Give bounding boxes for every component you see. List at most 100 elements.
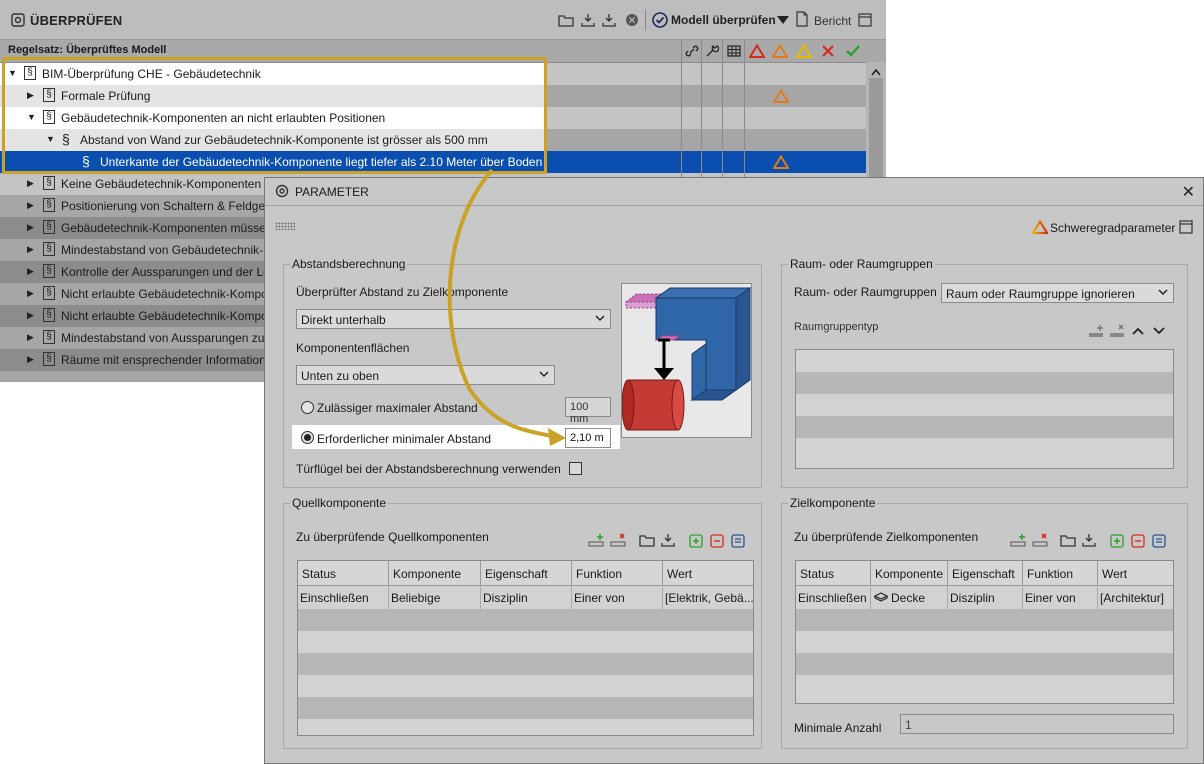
column-wrench-icon[interactable] <box>701 40 722 62</box>
expand-arrow-icon[interactable]: ▶ <box>27 90 34 101</box>
column-ok-icon[interactable] <box>840 40 866 62</box>
table-row[interactable] <box>796 675 1173 703</box>
scroll-up-icon[interactable] <box>871 65 881 79</box>
door-wing-checkbox[interactable] <box>569 462 582 475</box>
column-link-icon[interactable] <box>681 40 701 62</box>
table-row[interactable] <box>796 631 1173 653</box>
table-row[interactable] <box>298 697 753 719</box>
room-group-dropdown[interactable]: Raum oder Raumgruppe ignorieren <box>941 283 1174 303</box>
open-folder-icon[interactable] <box>558 12 574 28</box>
model-check-icon[interactable] <box>652 12 668 28</box>
add-group-icon[interactable] <box>688 532 704 548</box>
table-cell[interactable]: Disziplin <box>481 587 572 609</box>
expand-arrow-icon[interactable]: ▶ <box>27 266 34 277</box>
table-cell[interactable]: Einschließen <box>298 587 389 609</box>
checked-distance-dropdown[interactable]: Direkt unterhalb <box>296 309 611 329</box>
surfaces-dropdown[interactable]: Unten zu oben <box>296 365 555 385</box>
table-row[interactable] <box>796 609 1173 631</box>
dialog-window-icon[interactable] <box>1179 220 1193 237</box>
column-minor-icon[interactable] <box>792 40 816 62</box>
expand-arrow-icon[interactable]: ▼ <box>27 112 36 122</box>
min-count-input[interactable]: 1 <box>900 714 1174 734</box>
target-component-table[interactable]: Status Komponente Eigenschaft Funktion W… <box>795 560 1174 704</box>
room-group-type-list[interactable] <box>795 349 1174 469</box>
expand-arrow-icon[interactable]: ▶ <box>27 288 34 299</box>
edit-group-icon[interactable] <box>1151 532 1167 548</box>
severity-icon[interactable] <box>1031 219 1049 237</box>
report-icon[interactable] <box>794 11 810 27</box>
open-folder-icon[interactable] <box>1060 532 1076 548</box>
column-critical-icon[interactable] <box>744 40 768 62</box>
download-icon[interactable] <box>1081 532 1097 548</box>
table-cell[interactable]: Einer von <box>572 587 663 609</box>
max-distance-input[interactable]: 100 mm <box>565 397 611 425</box>
move-up-icon[interactable] <box>1130 323 1146 339</box>
download-icon[interactable] <box>660 532 676 548</box>
list-item[interactable] <box>796 416 1173 438</box>
expand-arrow-icon[interactable]: ▼ <box>8 68 17 78</box>
column-header[interactable]: Wert <box>663 561 753 586</box>
column-major-icon[interactable] <box>768 40 792 62</box>
expand-arrow-icon[interactable]: ▶ <box>27 200 34 211</box>
column-header[interactable]: Eigenschaft <box>481 561 572 586</box>
edit-group-icon[interactable] <box>730 532 746 548</box>
report-button[interactable]: Bericht <box>814 14 851 28</box>
panel-window-icon[interactable] <box>857 12 873 28</box>
column-header[interactable]: Funktion <box>1023 561 1098 586</box>
list-item[interactable] <box>796 350 1173 372</box>
max-distance-radio[interactable] <box>301 401 314 414</box>
table-row[interactable] <box>298 675 753 697</box>
list-item[interactable] <box>796 394 1173 416</box>
table-cell[interactable]: [Architektur] <box>1098 587 1173 609</box>
table-row[interactable] <box>298 653 753 675</box>
export-icon[interactable] <box>580 12 596 28</box>
expand-arrow-icon[interactable]: ▶ <box>27 178 34 189</box>
table-cell[interactable]: [Elektrik, Gebä... <box>663 587 753 609</box>
source-component-table[interactable]: Status Komponente Eigenschaft Funktion W… <box>297 560 754 736</box>
expand-arrow-icon[interactable]: ▶ <box>27 332 34 343</box>
drag-handle-icon[interactable] <box>275 222 295 230</box>
severity-parameters-button[interactable]: Schweregradparameter <box>1050 221 1175 235</box>
add-row-icon[interactable] <box>1088 323 1104 339</box>
table-cell[interactable]: Decke <box>871 587 948 609</box>
expand-arrow-icon[interactable]: ▶ <box>27 354 34 365</box>
expand-arrow-icon[interactable]: ▼ <box>46 134 55 144</box>
add-row-icon[interactable] <box>588 532 604 548</box>
remove-row-icon[interactable] <box>1032 532 1048 548</box>
add-group-icon[interactable] <box>1109 532 1125 548</box>
remove-row-icon[interactable] <box>1109 323 1125 339</box>
model-check-button[interactable]: Modell überprüfen <box>671 13 776 27</box>
table-row[interactable]: Einschließen Decke Disziplin Einer von [… <box>796 587 1173 609</box>
table-row[interactable] <box>298 719 753 735</box>
column-error-icon[interactable] <box>816 40 840 62</box>
expand-arrow-icon[interactable]: ▶ <box>27 310 34 321</box>
table-row[interactable] <box>796 653 1173 675</box>
remove-row-icon[interactable] <box>610 532 626 548</box>
min-distance-radio[interactable] <box>301 431 314 444</box>
open-folder-icon[interactable] <box>639 532 655 548</box>
move-down-icon[interactable] <box>1151 323 1167 339</box>
close-icon[interactable]: ✕ <box>1182 182 1195 202</box>
table-cell[interactable]: Einschließen <box>796 587 871 609</box>
table-row[interactable] <box>298 609 753 631</box>
column-header[interactable]: Wert <box>1098 561 1173 586</box>
column-header[interactable]: Komponente <box>871 561 948 586</box>
table-cell[interactable]: Disziplin <box>948 587 1023 609</box>
table-row[interactable] <box>298 631 753 653</box>
column-header[interactable]: Status <box>796 561 871 586</box>
expand-arrow-icon[interactable]: ▶ <box>27 244 34 255</box>
table-row[interactable]: Einschließen Beliebige Disziplin Einer v… <box>298 587 753 609</box>
dropdown-arrow-icon[interactable] <box>775 12 791 28</box>
list-item[interactable] <box>796 438 1173 468</box>
remove-group-icon[interactable] <box>1130 532 1146 548</box>
column-header[interactable]: Komponente <box>389 561 481 586</box>
list-item[interactable] <box>796 372 1173 394</box>
column-header[interactable]: Funktion <box>572 561 663 586</box>
table-cell[interactable]: Beliebige <box>389 587 481 609</box>
stop-icon[interactable] <box>624 12 640 28</box>
remove-group-icon[interactable] <box>709 532 725 548</box>
column-header[interactable]: Status <box>298 561 389 586</box>
table-cell[interactable]: Einer von <box>1023 587 1098 609</box>
expand-arrow-icon[interactable]: ▶ <box>27 222 34 233</box>
min-distance-input[interactable]: 2,10 m <box>565 428 611 448</box>
